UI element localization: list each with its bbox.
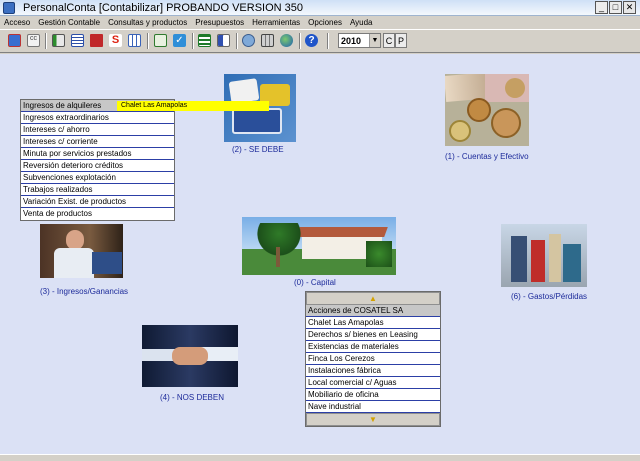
maximize-button[interactable]: □	[609, 1, 622, 14]
income-item[interactable]: Intereses c/ ahorro	[21, 124, 174, 136]
status-bar	[0, 454, 640, 461]
chart-icon[interactable]	[50, 32, 67, 49]
capital-item[interactable]: Local comercial c/ Aguas	[306, 377, 440, 389]
chevron-down-icon[interactable]: ▼	[369, 34, 380, 47]
year-value: 2010	[341, 35, 362, 46]
ledger-icon[interactable]	[69, 32, 86, 49]
settings-icon[interactable]	[240, 32, 257, 49]
menu-ayuda[interactable]: Ayuda	[346, 18, 377, 27]
table-icon[interactable]	[126, 32, 143, 49]
income-item[interactable]: Reversión deterioro créditos	[21, 160, 174, 172]
list-icon[interactable]	[196, 32, 213, 49]
handshake-image[interactable]	[142, 325, 238, 387]
income-item[interactable]: Subvenciones explotación	[21, 172, 174, 184]
income-item[interactable]: Venta de productos	[21, 208, 174, 220]
caption-cuentas[interactable]: (1) - Cuentas y Efectivo	[445, 152, 529, 161]
menu-acceso[interactable]: Acceso	[0, 18, 34, 27]
help-icon[interactable]: ?	[303, 32, 320, 49]
book-icon[interactable]	[88, 32, 105, 49]
close-button[interactable]: ✕	[623, 1, 636, 14]
toolbar: cc S ✓ ? 2010 ▼ C P	[0, 29, 640, 53]
capital-item[interactable]: Nave industrial	[306, 401, 440, 413]
title-bar: PersonalConta [Contabilizar] PROBANDO VE…	[0, 0, 640, 16]
cc-icon[interactable]: cc	[25, 32, 42, 49]
income-item[interactable]: Ingresos extraordinarios	[21, 112, 174, 124]
capital-item[interactable]: Acciones de COSATEL SA	[306, 305, 440, 317]
menu-bar: Acceso Gestión Contable Consultas y prod…	[0, 16, 640, 29]
office-man-image[interactable]	[40, 224, 123, 278]
scroll-up-button[interactable]: ▲	[306, 292, 440, 305]
income-item[interactable]: Minuta por servicios prestados	[21, 148, 174, 160]
caption-se-debe[interactable]: (2) - SE DEBE	[232, 145, 284, 154]
caption-nos-deben[interactable]: (4) - NOS DEBEN	[160, 393, 224, 402]
check-icon[interactable]: ✓	[171, 32, 188, 49]
menu-presupuestos[interactable]: Presupuestos	[191, 18, 248, 27]
income-item[interactable]: Trabajos realizados	[21, 184, 174, 196]
capital-menu: ▲ Acciones de COSATEL SA Chalet Las Amap…	[305, 291, 441, 427]
income-menu: Ingresos de alquileres Ingresos extraord…	[20, 99, 175, 221]
year-select[interactable]: 2010 ▼	[338, 33, 381, 48]
export-icon[interactable]	[152, 32, 169, 49]
menu-consultas[interactable]: Consultas y productos	[104, 18, 191, 27]
menu-opciones[interactable]: Opciones	[304, 18, 346, 27]
caption-gastos[interactable]: (6) - Gastos/Pérdidas	[511, 292, 587, 301]
capital-item[interactable]: Derechos s/ bienes en Leasing	[306, 329, 440, 341]
capital-item[interactable]: Chalet Las Amapolas	[306, 317, 440, 329]
caption-capital[interactable]: (0) - Capital	[294, 278, 336, 287]
login-icon[interactable]	[6, 32, 23, 49]
minimize-button[interactable]: _	[595, 1, 608, 14]
capital-item[interactable]: Mobiliario de oficina	[306, 389, 440, 401]
income-item[interactable]: Variación Exist. de productos	[21, 196, 174, 208]
menu-herramientas[interactable]: Herramientas	[248, 18, 304, 27]
scroll-down-button[interactable]: ▼	[306, 413, 440, 426]
money-image[interactable]	[445, 74, 529, 146]
dollar-icon[interactable]: S	[107, 32, 124, 49]
app-icon	[3, 1, 15, 14]
income-item[interactable]: Intereses c/ corriente	[21, 136, 174, 148]
report-icon[interactable]	[215, 32, 232, 49]
capital-item[interactable]: Finca Los Cerezos	[306, 353, 440, 365]
submenu-tooltip[interactable]: Chalet Las Amapolas	[117, 101, 269, 111]
globe-icon[interactable]	[278, 32, 295, 49]
c-button[interactable]: C	[383, 33, 395, 48]
capital-item[interactable]: Instalaciones fábrica	[306, 365, 440, 377]
gas-station-image[interactable]	[501, 224, 587, 287]
capital-item[interactable]: Existencias de materiales	[306, 341, 440, 353]
menu-gestion-contable[interactable]: Gestión Contable	[34, 18, 104, 27]
p-button[interactable]: P	[395, 33, 407, 48]
window-title: PersonalConta [Contabilizar] PROBANDO VE…	[23, 1, 304, 14]
house-image[interactable]	[242, 217, 396, 275]
caption-ingresos[interactable]: (3) - Ingresos/Ganancias	[40, 287, 128, 296]
calculator-icon[interactable]	[259, 32, 276, 49]
